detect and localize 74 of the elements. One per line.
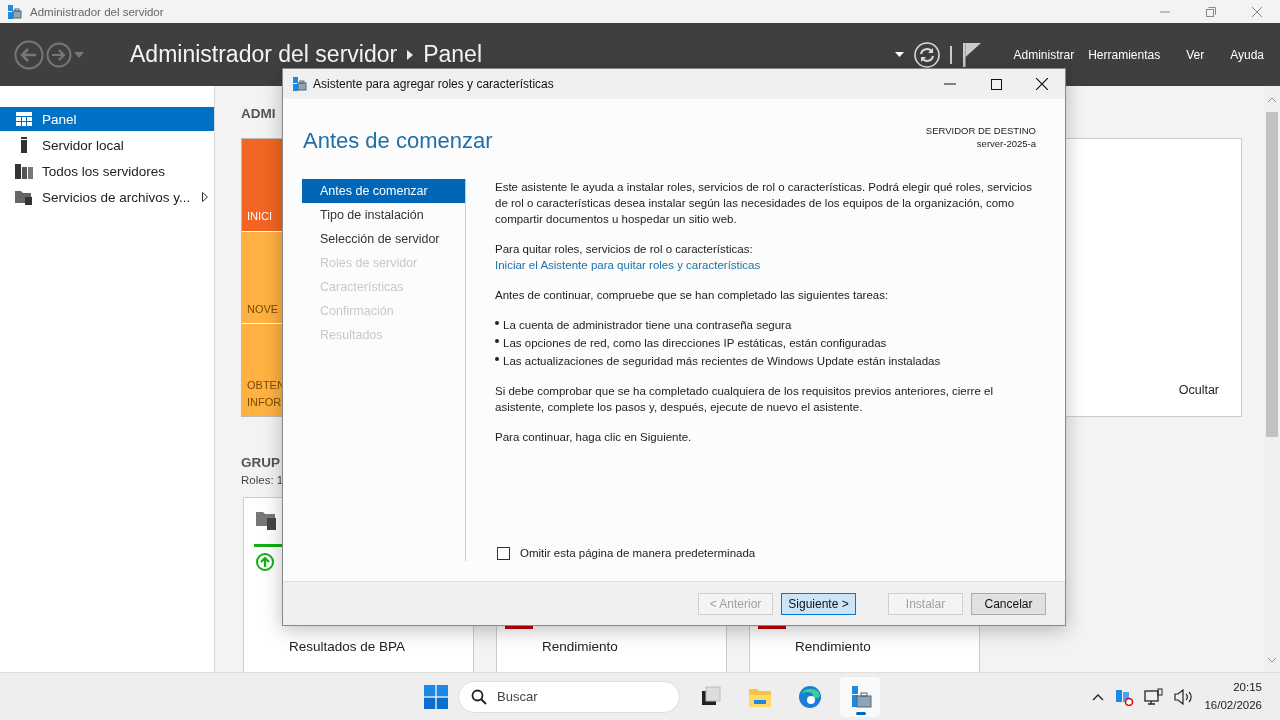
- task-item: La cuenta de administrador tiene una contraseña segura: [503, 318, 792, 333]
- wizard-step[interactable]: Tipo de instalación: [302, 203, 465, 227]
- destination-server: server-2025-a: [976, 137, 1036, 150]
- network-server-icon[interactable]: [1114, 687, 1135, 706]
- bullet-icon: [495, 357, 499, 361]
- dashboard-icon: [15, 112, 33, 126]
- sidebar-item[interactable]: Todos los servidores: [0, 159, 214, 183]
- task-item: Las opciones de red, como las direcciones IP estáticas, están configuradas: [503, 336, 887, 351]
- bullet-icon: [495, 321, 499, 325]
- wizard-step[interactable]: Antes de comenzar: [302, 179, 465, 203]
- chevron-up-icon[interactable]: [1092, 692, 1105, 701]
- destination-label: SERVIDOR DE DESTINO: [925, 124, 1036, 137]
- breadcrumb-separator-icon: [407, 49, 414, 60]
- edge-browser-icon: [799, 685, 821, 708]
- card-title[interactable]: Rendimiento: [542, 639, 726, 654]
- bullet-icon: [495, 339, 499, 343]
- checkbox[interactable]: [497, 546, 510, 560]
- scroll-down-icon[interactable]: [1267, 656, 1277, 664]
- dropdown-icon[interactable]: [895, 52, 905, 57]
- clock-date[interactable]: 16/02/2026: [1204, 696, 1262, 714]
- close-icon[interactable]: [1036, 78, 1048, 90]
- dialog-button[interactable]: Cancelar: [971, 592, 1046, 615]
- page-heading: Antes de comenzar: [303, 128, 493, 155]
- refresh-icon[interactable]: [914, 41, 941, 68]
- scroll-up-icon[interactable]: [1267, 96, 1277, 104]
- sidebar-item[interactable]: Servidor local: [0, 133, 214, 157]
- dialog-title: Asistente para agregar roles y características: [313, 77, 554, 91]
- wizard-icon: [291, 76, 307, 92]
- network-icon[interactable]: [1144, 687, 1165, 706]
- up-arrow-icon: [256, 553, 274, 571]
- roles-count: Roles: 1: [241, 474, 285, 486]
- checkbox-label[interactable]: Omitir esta página de manera predeterminada: [520, 545, 756, 561]
- intro-text: Este asistente le ayuda a instalar roles, servicios de rol o características. Podrá elegir qué roles, servicios de rol o características desea instalar según las necesidades de los equipos de la organización, como compartir documentos u hospedar un sitio web.: [495, 180, 1033, 227]
- file-services-icon: [15, 189, 33, 205]
- task-view-icon: [702, 686, 721, 705]
- hide-link[interactable]: Ocultar: [1178, 383, 1219, 397]
- card-title[interactable]: Resultados de BPA: [289, 639, 473, 654]
- flag-icon[interactable]: [963, 42, 982, 67]
- check-text: Si debe comprobar que se ha completado cualquiera de los requisitos previos anteriores, cierre el asistente, complete los pasos y, después, ejecute de nuevo el asistente.: [495, 384, 994, 415]
- section-heading: ADMI: [241, 106, 277, 121]
- section-heading: GRUP: [241, 455, 281, 470]
- task-item: Las actualizaciones de seguridad más recientes de Windows Update están instaladas: [503, 354, 941, 369]
- menu-item[interactable]: Administrar: [1009, 47, 1079, 62]
- back-icon[interactable]: [14, 39, 44, 70]
- separator-icon: [950, 45, 954, 64]
- maximize-icon[interactable]: [990, 78, 1002, 90]
- tasks-text: Antes de continuar, compruebe que se han completado las siguientes tareas:: [495, 288, 890, 303]
- continue-text: Para continuar, haga clic en Siguiente.: [495, 430, 693, 445]
- remove-text: Para quitar roles, servicios de rol o características:: [495, 242, 754, 257]
- menu-item[interactable]: Ver: [1182, 47, 1209, 62]
- forward-icon[interactable]: [46, 41, 72, 68]
- volume-icon[interactable]: [1174, 688, 1195, 705]
- folder-icon: [749, 688, 771, 707]
- sidebar-item[interactable]: Servicios de archivos y...: [0, 185, 214, 209]
- dialog-button[interactable]: Siguiente >: [781, 592, 856, 615]
- start-icon[interactable]: [424, 684, 448, 709]
- expand-arrow-icon[interactable]: [202, 192, 208, 202]
- server-manager-icon: [852, 685, 872, 707]
- card-title[interactable]: Rendimiento: [795, 639, 979, 654]
- app-icon: [6, 3, 22, 20]
- menu-item[interactable]: Herramientas: [1084, 47, 1165, 62]
- restore-icon[interactable]: [1206, 6, 1216, 17]
- file-services-icon: [256, 510, 278, 530]
- clock-time[interactable]: 20:15: [1233, 679, 1262, 697]
- breadcrumb-item[interactable]: Panel: [423, 41, 482, 68]
- servers-icon: [15, 163, 33, 179]
- window-title: Administrador del servidor: [30, 5, 164, 18]
- search-field[interactable]: Buscar: [458, 680, 680, 713]
- search-icon: [471, 688, 487, 705]
- remove-wizard-link[interactable]: Iniciar el Asistente para quitar roles y características: [495, 257, 1043, 273]
- sidebar-item[interactable]: Panel: [0, 107, 214, 131]
- breadcrumb-item[interactable]: Administrador del servidor: [130, 41, 398, 68]
- menu-item[interactable]: Ayuda: [1226, 47, 1268, 62]
- wizard-step[interactable]: Selección de servidor: [302, 227, 465, 251]
